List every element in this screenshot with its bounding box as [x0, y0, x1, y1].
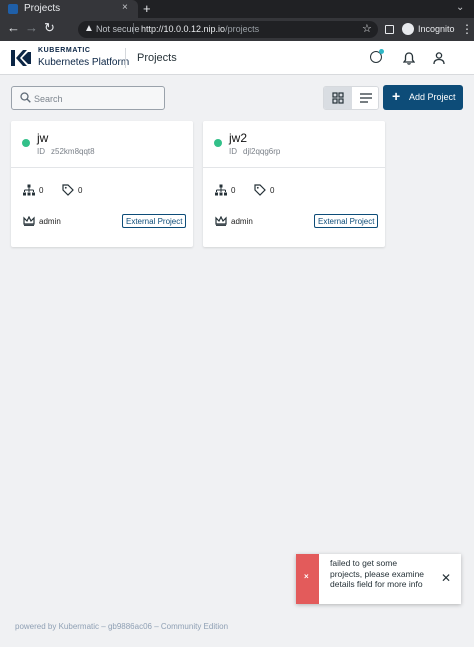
side-panel-icon[interactable]: [385, 25, 394, 34]
cluster-count: 0: [231, 186, 236, 195]
bookmark-star-icon[interactable]: ☆: [362, 22, 372, 35]
list-view-button[interactable]: [352, 87, 378, 109]
cluster-count: 0: [39, 186, 44, 195]
project-id-label: ID: [37, 147, 45, 156]
url-text[interactable]: http://10.0.0.12.nip.io/projects: [141, 24, 259, 34]
back-arrow-icon[interactable]: ←: [7, 20, 20, 35]
brand-name: KUBERMATIC: [38, 47, 91, 54]
tab-close-icon[interactable]: ×: [122, 2, 128, 13]
project-id-label: ID: [229, 147, 237, 156]
project-name: jw2: [229, 131, 248, 145]
project-name: jw: [37, 131, 49, 145]
error-notification: × failed to get some projects, please ex…: [296, 554, 461, 604]
status-indicator: [214, 139, 222, 147]
crown-icon: [23, 216, 35, 226]
header-divider: [125, 48, 126, 68]
card-divider: [11, 167, 193, 168]
error-icon: ×: [304, 572, 309, 581]
status-indicator: [22, 139, 30, 147]
kubermatic-favicon-icon: [8, 4, 18, 14]
add-project-button[interactable]: + Add Project: [383, 85, 463, 110]
kebab-menu-icon[interactable]: ⋮: [461, 22, 473, 36]
plus-icon: +: [392, 88, 401, 104]
notification-message: failed to get some projects, please exam…: [330, 558, 425, 589]
user-account-icon[interactable]: [433, 52, 445, 65]
search-icon: [20, 92, 31, 103]
page-title: Projects: [137, 52, 177, 64]
incognito-label[interactable]: Incognito: [418, 24, 455, 34]
label-count: 0: [270, 186, 275, 195]
view-toggle: [323, 86, 379, 110]
cluster-icon: [215, 184, 227, 196]
error-indicator: ×: [296, 554, 319, 604]
project-owner: admin: [39, 217, 61, 226]
project-owner: admin: [231, 217, 253, 226]
add-project-label: Add Project: [409, 92, 456, 102]
forward-arrow-icon[interactable]: →: [25, 20, 38, 35]
project-id: z52km8qqt8: [51, 147, 95, 156]
tag-icon: [62, 184, 74, 196]
grid-view-button[interactable]: [324, 87, 352, 109]
help-notification-dot: [379, 49, 384, 54]
card-divider: [203, 167, 385, 168]
brand-subtitle: Kubernetes Platform: [38, 57, 130, 68]
url-host: http://10.0.0.12.nip.io: [141, 24, 226, 34]
kubermatic-logo-icon[interactable]: [11, 49, 31, 67]
list-view-icon: [360, 93, 372, 103]
bell-icon[interactable]: [403, 52, 415, 65]
browser-tab[interactable]: Projects ×: [0, 0, 138, 18]
project-card[interactable]: jw2 ID djl2qqg6rp 0 0 admin External Pro…: [203, 121, 385, 247]
tab-search-chevron-icon[interactable]: ⌄: [456, 2, 464, 13]
footer-text: powered by Kubermatic – gb9886ac06 – Com…: [15, 622, 229, 631]
browser-tab-bar: Projects × + ⌄: [0, 0, 474, 18]
external-project-badge: External Project: [122, 214, 187, 228]
grid-view-icon: [332, 92, 344, 104]
cluster-icon: [23, 184, 35, 196]
reload-icon[interactable]: ↻: [44, 20, 55, 36]
close-notification-button[interactable]: ✕: [441, 571, 451, 585]
tag-icon: [254, 184, 266, 196]
warning-triangle-icon[interactable]: ▲: [84, 23, 94, 34]
label-count: 0: [78, 186, 83, 195]
project-id: djl2qqg6rp: [243, 147, 281, 156]
incognito-icon[interactable]: [402, 23, 414, 35]
search-field[interactable]: [11, 86, 165, 110]
app-header: KUBERMATIC Kubernetes Platform Projects: [0, 41, 474, 75]
new-tab-button[interactable]: +: [143, 1, 151, 16]
external-project-badge: External Project: [314, 214, 379, 228]
tab-title: Projects: [24, 3, 61, 14]
project-card[interactable]: jw ID z52km8qqt8 0 0 admin External Proj…: [11, 121, 193, 247]
address-separator: [133, 23, 134, 34]
browser-toolbar: ← → ↻ ▲ Not secure http://10.0.0.12.nip.…: [0, 18, 474, 41]
crown-icon: [215, 216, 227, 226]
url-path: /projects: [225, 24, 260, 34]
search-input[interactable]: [34, 91, 160, 106]
